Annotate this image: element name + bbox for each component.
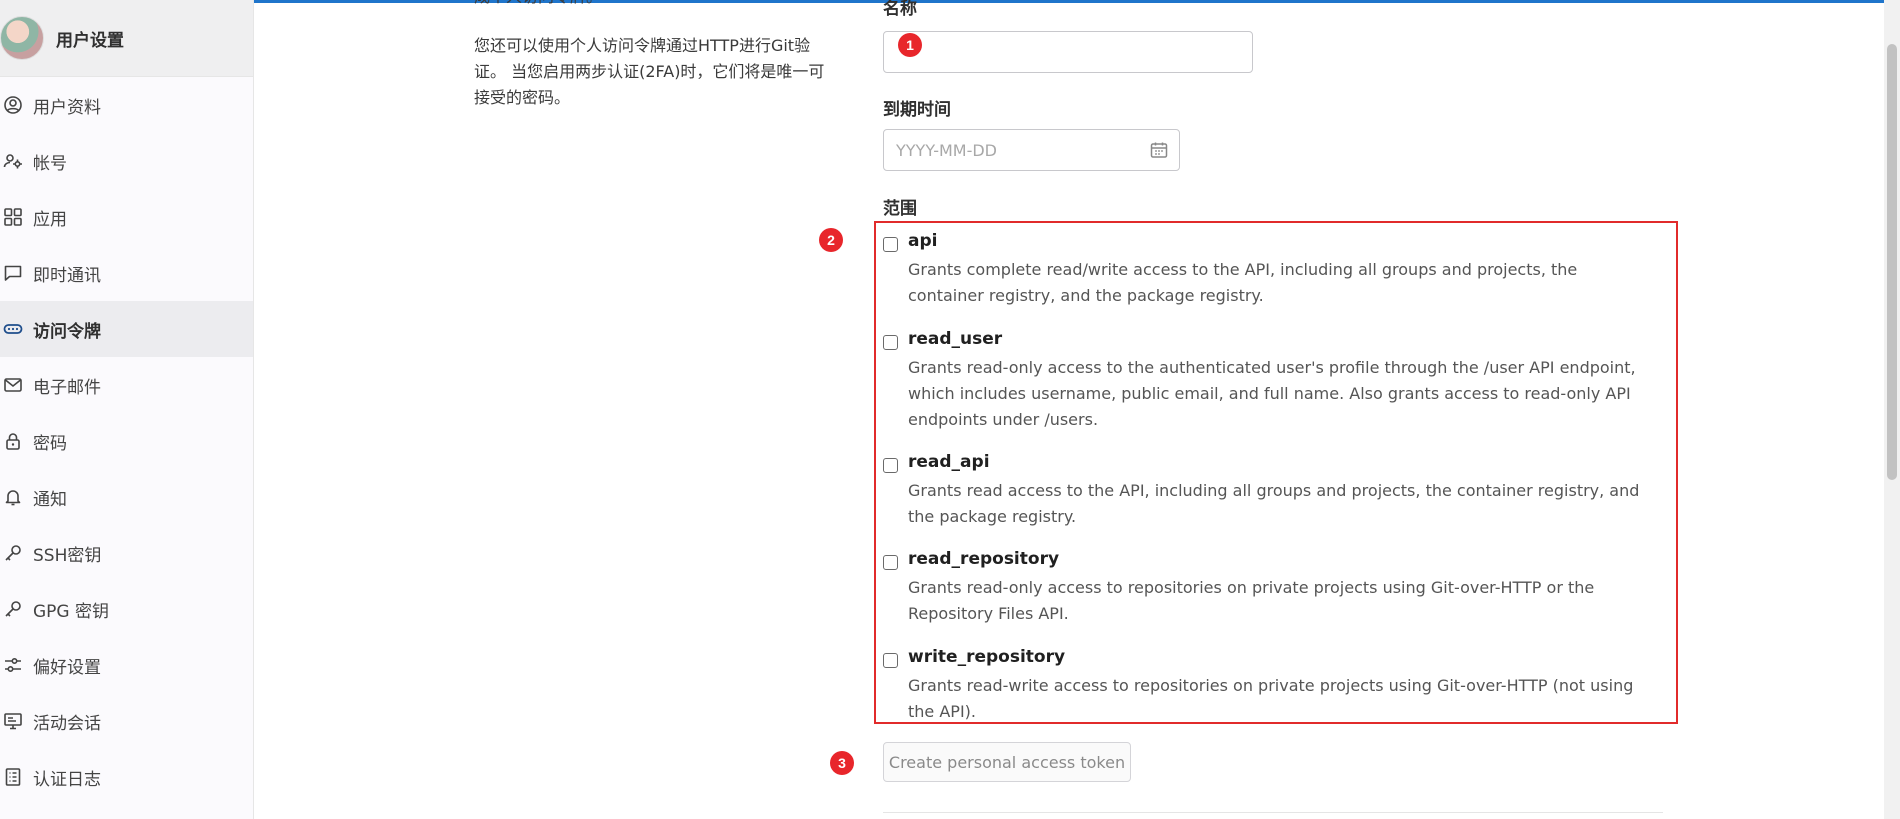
section-divider — [883, 812, 1663, 813]
create-token-button[interactable]: Create personal access token — [883, 742, 1131, 782]
calendar-icon[interactable] — [1149, 140, 1169, 160]
sidebar-item-auth-log[interactable]: 认证日志 — [0, 749, 253, 805]
page-scrollbar[interactable] — [1884, 0, 1900, 819]
sidebar-item-password[interactable]: 密码 — [0, 413, 253, 469]
avatar[interactable] — [0, 16, 44, 60]
sidebar-item-applications[interactable]: 应用 — [0, 189, 253, 245]
user-gear-icon — [2, 150, 24, 172]
key-icon — [2, 542, 24, 564]
sidebar-item-label: 访问令牌 — [33, 321, 101, 342]
sidebar-title: 用户设置 — [56, 30, 124, 51]
scrollbar-thumb[interactable] — [1887, 44, 1897, 480]
sidebar-item-label: 帐号 — [33, 153, 67, 174]
token-icon — [2, 318, 24, 340]
sidebar-item-chat[interactable]: 即时通讯 — [0, 245, 253, 301]
key-icon — [2, 598, 24, 620]
sidebar-item-label: SSH密钥 — [33, 545, 102, 566]
sidebar-item-label: 密码 — [33, 433, 67, 454]
sidebar-item-access-tokens[interactable]: 访问令牌 — [0, 301, 253, 357]
chat-icon — [2, 262, 24, 284]
sidebar-item-label: 活动会话 — [33, 713, 101, 734]
sidebar-item-label: 电子邮件 — [33, 377, 101, 398]
expiry-date-input[interactable] — [884, 130, 1148, 170]
sidebar-item-ssh-keys[interactable]: SSH密钥 — [0, 525, 253, 581]
sidebar-item-preferences[interactable]: 偏好设置 — [0, 637, 253, 693]
sidebar-item-notifications[interactable]: 通知 — [0, 469, 253, 525]
sidebar-item-label: 应用 — [33, 209, 67, 230]
sidebar-item-label: 认证日志 — [33, 769, 101, 790]
annotation-badge-2: 2 — [819, 228, 843, 252]
top-accent-bar — [0, 0, 1900, 3]
lock-icon — [2, 430, 24, 452]
name-label: 名称 — [883, 0, 917, 19]
scope-highlight-box — [874, 221, 1678, 724]
sidebar-item-active-sessions[interactable]: 活动会话 — [0, 693, 253, 749]
log-icon — [2, 766, 24, 788]
monitor-icon — [2, 710, 24, 732]
sidebar-item-account[interactable]: 帐号 — [0, 133, 253, 189]
token-name-input[interactable] — [883, 31, 1253, 73]
sidebar-item-label: 偏好设置 — [33, 657, 101, 678]
sidebar-item-label: GPG 密钥 — [33, 601, 110, 622]
sidebar-item-emails[interactable]: 电子邮件 — [0, 357, 253, 413]
description-cut-line: 成个人访问令牌。 — [474, 0, 602, 10]
expiry-date-field[interactable] — [883, 129, 1180, 171]
annotation-badge-1: 1 — [898, 33, 922, 57]
sidebar-item-gpg-keys[interactable]: GPG 密钥 — [0, 581, 253, 637]
user-circle-icon — [2, 94, 24, 116]
sidebar-item-label: 即时通讯 — [33, 265, 101, 286]
expiry-label: 到期时间 — [883, 100, 951, 120]
description-paragraph: 您还可以使用个人访问令牌通过HTTP进行Git验证。 当您启用两步认证(2FA)… — [474, 36, 825, 107]
grid-icon — [2, 206, 24, 228]
sidebar-header: 用户设置 — [0, 0, 253, 77]
annotation-badge-3: 3 — [830, 751, 854, 775]
settings-sidebar: 用户设置 用户资料 帐号 应用 即时通讯 访问令牌 电子邮件 密码 通知 SSH… — [0, 0, 254, 819]
sliders-icon — [2, 654, 24, 676]
bell-icon — [2, 486, 24, 508]
sidebar-item-label: 用户资料 — [33, 97, 101, 118]
sidebar-item-profile[interactable]: 用户资料 — [0, 77, 253, 133]
sidebar-item-label: 通知 — [33, 489, 67, 510]
scope-label: 范围 — [883, 199, 917, 219]
mail-icon — [2, 374, 24, 396]
